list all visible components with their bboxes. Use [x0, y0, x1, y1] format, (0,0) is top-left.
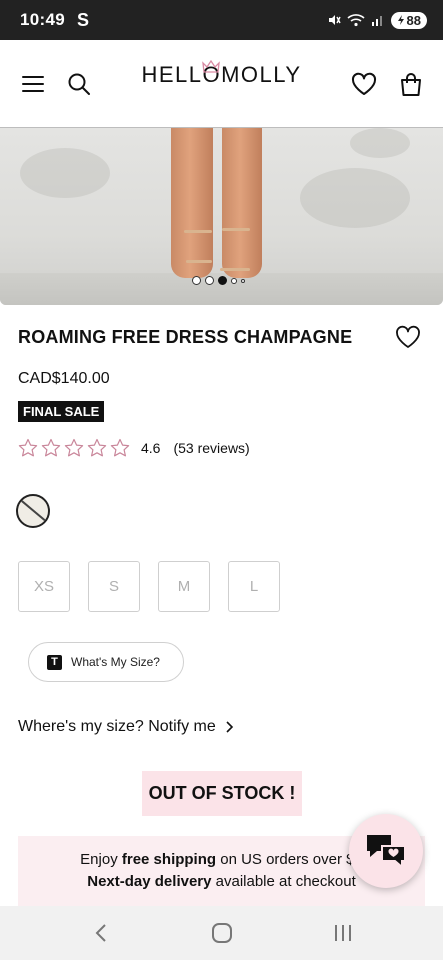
- size-option-xs[interactable]: XS: [18, 561, 70, 612]
- battery-icon: 88: [390, 11, 427, 29]
- product-photo-leg-right: [222, 128, 262, 278]
- wishlist-button[interactable]: [350, 70, 378, 98]
- bag-icon: [401, 73, 421, 96]
- heart-icon: [351, 72, 377, 95]
- chevron-right-icon: [226, 721, 233, 733]
- notify-me-label: Where's my size? Notify me: [18, 718, 216, 735]
- star-outline-icon: [18, 438, 38, 457]
- product-price: CAD$140.00: [18, 370, 110, 387]
- star-outline-icon: [64, 438, 84, 457]
- recents-icon: [334, 925, 351, 941]
- chat-icon: [367, 835, 406, 870]
- recents-button[interactable]: [323, 913, 363, 953]
- final-sale-badge: FINAL SALE: [18, 401, 105, 422]
- true-fit-logo: T: [47, 654, 62, 670]
- carousel-dot[interactable]: [241, 278, 245, 283]
- rating-value: 4.6: [141, 440, 161, 456]
- carousel-dots: [192, 276, 245, 285]
- whats-my-size-button[interactable]: T What's My Size?: [28, 642, 184, 682]
- carousel-dot-active[interactable]: [218, 276, 227, 285]
- color-swatch[interactable]: [16, 494, 50, 528]
- site-header: HELLOMOLLY: [0, 40, 443, 128]
- mute-icon: [327, 13, 341, 27]
- back-button[interactable]: [81, 913, 121, 953]
- whats-my-size-label: What's My Size?: [71, 655, 160, 669]
- battery-level: 88: [406, 12, 421, 28]
- product-photo-leg-left: [171, 128, 213, 278]
- chat-button[interactable]: [349, 814, 423, 888]
- status-bar: 10:49 S 88: [0, 0, 443, 40]
- crown-icon: [202, 60, 220, 73]
- product-rating[interactable]: 4.6 (53 reviews): [18, 438, 250, 458]
- system-nav-bar: [0, 906, 443, 960]
- brand-name: HELLOMOLLY: [141, 62, 302, 87]
- cart-button[interactable]: [397, 70, 425, 98]
- star-outline-icon: [87, 438, 107, 457]
- product-image-carousel[interactable]: [0, 128, 443, 305]
- carousel-dot[interactable]: [192, 276, 201, 285]
- home-icon: [211, 923, 232, 943]
- size-option-s[interactable]: S: [88, 561, 140, 612]
- carrier-icon: S: [76, 9, 89, 30]
- size-option-m[interactable]: M: [158, 561, 210, 612]
- size-option-l[interactable]: L: [228, 561, 280, 612]
- notify-me-link[interactable]: Where's my size? Notify me: [18, 718, 234, 736]
- status-icons: 88: [327, 11, 427, 29]
- status-time: 10:49: [20, 10, 65, 29]
- out-of-stock-button[interactable]: OUT OF STOCK !: [142, 771, 302, 816]
- home-button[interactable]: [202, 913, 242, 953]
- heart-icon: [396, 325, 420, 348]
- wifi-icon: [346, 13, 365, 27]
- product-wishlist-button[interactable]: [395, 325, 421, 349]
- product-title: ROAMING FREE DRESS CHAMPAGNE: [18, 327, 353, 347]
- star-outline-icon: [110, 438, 130, 457]
- carousel-dot[interactable]: [231, 277, 237, 284]
- size-selector: XS S M L: [18, 561, 280, 612]
- review-count[interactable]: (53 reviews): [173, 440, 249, 456]
- carousel-dot[interactable]: [205, 276, 214, 285]
- signal-icon: [371, 13, 385, 27]
- star-outline-icon: [41, 438, 61, 457]
- back-icon: [95, 924, 106, 942]
